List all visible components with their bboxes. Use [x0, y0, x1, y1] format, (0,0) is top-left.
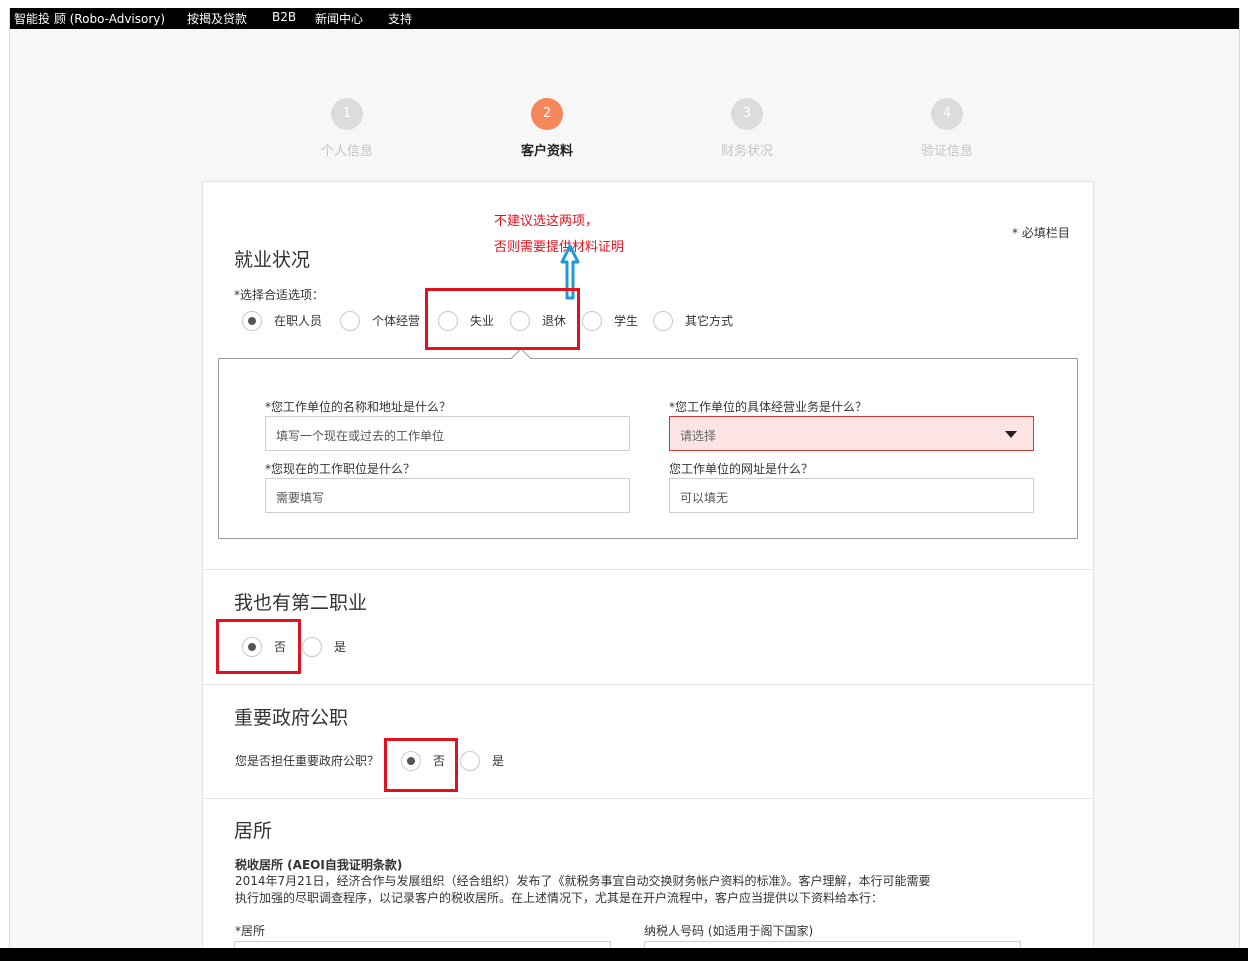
position-input[interactable]: 需要填写	[265, 478, 630, 513]
employment-title: 就业状况	[234, 249, 311, 271]
nav-robo-advisory[interactable]: 智能投 顾 (Robo-Advisory)	[14, 10, 165, 27]
panel-pointer	[511, 348, 531, 368]
radio-employed[interactable]	[242, 311, 262, 331]
business-select-value: 请选择	[680, 429, 717, 443]
business-label: *您工作单位的具体经营业务是什么？	[669, 400, 868, 414]
position-label: *您现在的工作职位是什么？	[265, 462, 416, 476]
section-divider	[203, 684, 1093, 685]
step-number: 2	[531, 98, 563, 130]
annotation-line1: 不建议选这两项，	[494, 214, 599, 229]
employment-details-panel: *您工作单位的名称和地址是什么？ 填写一个现在或过去的工作单位 *您工作单位的具…	[218, 348, 1078, 539]
tin-label: 纳税人号码 (如适用于阁下国家)	[644, 924, 814, 938]
highlight-unemployed-retired	[425, 288, 580, 350]
nav-news-center[interactable]: 新闻中心	[315, 10, 363, 27]
label-second-job-yes: 是	[334, 640, 347, 654]
website-input[interactable]: 可以填无	[669, 478, 1034, 513]
label-other: 其它方式	[685, 314, 734, 328]
pep-title: 重要政府公职	[234, 707, 349, 729]
section-divider	[203, 569, 1093, 570]
bottom-bar	[0, 948, 1248, 961]
form-card: * 必填栏目 就业状况 *选择合适选项： 在职人员 个体经营 失业 退休 学生 …	[202, 181, 1094, 954]
step-label: 财务状况	[720, 144, 773, 159]
step-verification: 4 验证信息	[867, 98, 1027, 159]
aeoi-paragraph-line2: 执行加强的尽职调查程序，以记录客户的税收居所。在上述情况下，尤其是在开户流程中，…	[235, 891, 884, 905]
required-note: * 必填栏目	[1012, 226, 1070, 240]
step-number: 1	[331, 98, 363, 130]
website-label: 您工作单位的网址是什么？	[669, 462, 814, 476]
radio-pep-yes[interactable]	[460, 751, 480, 771]
tax-residence-subtitle: 税收居所 (AEOI自我证明条款)	[235, 858, 403, 872]
highlight-second-job-no	[216, 619, 301, 674]
chevron-down-icon	[1005, 431, 1017, 438]
nav-support[interactable]: 支持	[388, 10, 412, 27]
highlight-pep-no	[384, 738, 458, 792]
step-label: 验证信息	[920, 144, 973, 159]
employer-label: *您工作单位的名称和地址是什么？	[265, 400, 452, 414]
employment-prompt: *选择合适选项：	[234, 288, 325, 302]
radio-second-job-yes[interactable]	[302, 637, 322, 657]
section-divider	[203, 798, 1093, 799]
pep-question: 您是否担任重要政府公职？	[235, 754, 380, 768]
radio-self-employed[interactable]	[340, 311, 360, 331]
step-label: 个人信息	[320, 144, 373, 159]
step-personal-info: 1 个人信息	[267, 98, 427, 159]
residence-title: 居所	[234, 820, 273, 842]
employer-input[interactable]: 填写一个现在或过去的工作单位	[265, 416, 630, 451]
step-number: 4	[931, 98, 963, 130]
business-select[interactable]: 请选择	[669, 416, 1034, 451]
step-customer-profile: 2 客户资料	[467, 98, 627, 159]
top-navigation: 智能投 顾 (Robo-Advisory) 按揭及贷款 B2B 新闻中心 支持	[10, 8, 1239, 29]
step-number: 3	[731, 98, 763, 130]
label-employed: 在职人员	[274, 314, 323, 328]
label-pep-yes: 是	[492, 754, 505, 768]
radio-other[interactable]	[653, 311, 673, 331]
second-job-title: 我也有第二职业	[234, 592, 368, 614]
nav-b2b[interactable]: B2B	[272, 10, 296, 24]
aeoi-paragraph-line1: 2014年7月21日，经济合作与发展组织（经合组织）发布了《就税务事宜自动交换财…	[235, 874, 931, 888]
step-label: 客户资料	[520, 144, 573, 159]
step-financial-status: 3 财务状况	[667, 98, 827, 159]
browser-viewport: 智能投 顾 (Robo-Advisory) 按揭及贷款 B2B 新闻中心 支持 …	[9, 8, 1240, 954]
nav-mortgage-loans[interactable]: 按揭及贷款	[187, 10, 247, 27]
residence-label: *居所	[235, 924, 266, 938]
label-self-employed: 个体经营	[372, 314, 421, 328]
radio-student[interactable]	[582, 311, 602, 331]
label-student: 学生	[614, 314, 639, 328]
